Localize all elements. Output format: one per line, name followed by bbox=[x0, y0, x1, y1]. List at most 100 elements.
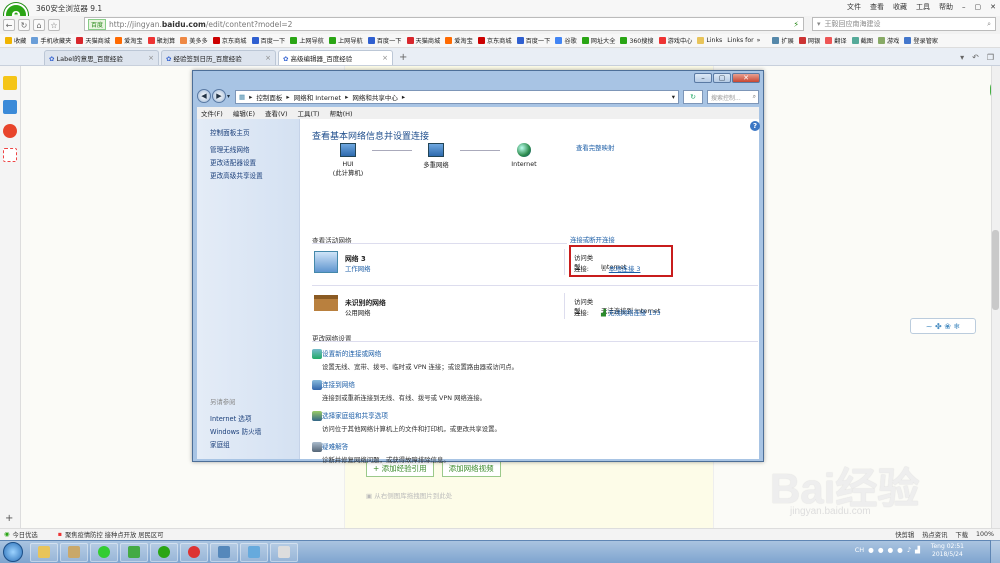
breadcrumb-sharing-center[interactable]: 网络和共享中心 bbox=[352, 92, 398, 102]
floating-widget[interactable]: ~ ✤ ❀ ❄ bbox=[910, 318, 976, 334]
toolbar-screenshot[interactable]: 截图 bbox=[851, 36, 873, 45]
bookmark-item[interactable]: 天猫商城 bbox=[406, 36, 440, 45]
taskbar-app-v[interactable] bbox=[120, 542, 148, 562]
undo-close-tab-icon[interactable]: ↶ bbox=[972, 53, 979, 62]
tray-app-icon[interactable]: ● bbox=[888, 546, 894, 554]
start-button[interactable] bbox=[3, 542, 23, 562]
tab-checkin-calendar[interactable]: ✿ 经验签到日历_百度经验 × bbox=[161, 50, 276, 65]
bookmark-item[interactable]: 京东商城 bbox=[212, 36, 247, 45]
menu-tools[interactable]: 工具 bbox=[916, 2, 930, 12]
scrollbar-thumb[interactable] bbox=[992, 230, 999, 310]
view-full-map-link[interactable]: 查看完整映射 bbox=[576, 143, 614, 152]
zoom-level[interactable]: 100% bbox=[976, 531, 994, 538]
new-tab-button[interactable]: + bbox=[399, 52, 407, 63]
breadcrumb-sep-icon[interactable]: ▸ bbox=[249, 93, 252, 101]
menu-favorites[interactable]: 收藏 bbox=[893, 2, 907, 12]
taskbar-explorer[interactable] bbox=[30, 542, 58, 562]
window-maximize-icon[interactable]: ▢ bbox=[713, 73, 731, 83]
add-sidebar-icon[interactable]: + bbox=[5, 513, 13, 524]
refresh-button[interactable]: ↻ bbox=[683, 90, 703, 104]
close-tab-icon[interactable]: × bbox=[265, 54, 271, 62]
menu-tools[interactable]: 工具(T) bbox=[298, 108, 320, 118]
address-dropdown-icon[interactable]: ▾ bbox=[672, 93, 675, 101]
bookmark-item[interactable]: 天猫商城 bbox=[76, 36, 110, 45]
connect-disconnect-link[interactable]: 连接或断开连接 bbox=[570, 235, 615, 244]
nav-change-adapter[interactable]: 更改适配器设置 bbox=[210, 157, 256, 167]
bookmark-item[interactable]: 网址大全 bbox=[581, 36, 615, 45]
bookmark-item[interactable]: 美多多 bbox=[180, 36, 208, 45]
tray-app-icon[interactable]: ● bbox=[878, 546, 884, 554]
taskbar-library[interactable] bbox=[60, 542, 88, 562]
tab-menu-icon[interactable]: ▾ bbox=[960, 53, 964, 62]
minimize-icon[interactable]: – bbox=[962, 3, 966, 11]
window-minimize-icon[interactable]: – bbox=[694, 73, 712, 83]
bookmark-item[interactable]: 爱淘宝 bbox=[445, 36, 473, 45]
tray-app-icon[interactable]: ● bbox=[868, 546, 874, 554]
bookmark-item[interactable]: 百度一下 bbox=[251, 36, 285, 45]
search-dropdown-icon[interactable]: ▾ bbox=[817, 20, 821, 28]
toolbar-translate[interactable]: 翻译 bbox=[825, 36, 847, 45]
homegroup-sharing-link[interactable]: 选择家庭组和共享选项 bbox=[322, 410, 501, 420]
breadcrumb-network-internet[interactable]: 网络和 Internet bbox=[294, 92, 341, 102]
nav-manage-wireless[interactable]: 管理无线网络 bbox=[210, 144, 250, 154]
close-tab-icon[interactable]: × bbox=[382, 54, 388, 62]
setup-connection-link[interactable]: 设置新的连接或网络 bbox=[322, 348, 518, 358]
taskbar-wechat[interactable] bbox=[90, 542, 118, 562]
lightning-icon[interactable]: ⚡ bbox=[793, 20, 799, 29]
see-also-internet-options[interactable]: Internet 选项 bbox=[210, 413, 251, 423]
menu-view[interactable]: 查看(V) bbox=[265, 108, 288, 118]
maximize-icon[interactable]: ▢ bbox=[975, 3, 982, 11]
node-multiple-networks[interactable]: 多重网络 bbox=[418, 143, 454, 169]
bookmark-item[interactable]: 百度一下 bbox=[367, 36, 402, 45]
toolbar-games[interactable]: 游戏 bbox=[877, 36, 899, 45]
help-icon[interactable]: ? bbox=[750, 121, 760, 131]
breadcrumb[interactable]: ▦ ▸ 控制面板 ▸ 网络和 Internet ▸ 网络和共享中心 ▸ ▾ bbox=[235, 90, 679, 104]
nav-advanced-sharing[interactable]: 更改高级共享设置 bbox=[210, 170, 263, 180]
menu-help[interactable]: 帮助(H) bbox=[330, 108, 353, 118]
wireless-connection-133-link[interactable]: 无线网络连接 133 bbox=[608, 309, 661, 317]
address-bar[interactable]: 百度 http://jingyan.baidu.com/edit/content… bbox=[84, 17, 804, 31]
bookmark-item[interactable]: 上网导航 bbox=[329, 36, 363, 45]
url-text[interactable]: http://jingyan.baidu.com/edit/content?mo… bbox=[109, 20, 292, 29]
connect-network-link[interactable]: 连接到网络 bbox=[322, 379, 486, 389]
bookmark-item[interactable]: 百度一下 bbox=[516, 36, 550, 45]
see-also-homegroup[interactable]: 家庭组 bbox=[210, 439, 230, 449]
network-tray-icon[interactable]: ▟ bbox=[915, 546, 920, 554]
status-news-ticker[interactable]: 聚焦疫情防控 接种点开放 居民区可 bbox=[65, 530, 163, 539]
address-search-badge[interactable]: 百度 bbox=[88, 18, 107, 30]
show-desktop-button[interactable] bbox=[990, 540, 1000, 563]
hot-news[interactable]: 热点资讯 bbox=[922, 530, 947, 539]
screenshot-icon[interactable] bbox=[3, 148, 17, 162]
node-this-computer[interactable]: HUI (此计算机) bbox=[330, 143, 366, 177]
back-arrow-icon[interactable]: ← bbox=[3, 19, 15, 31]
tab-advanced-editor[interactable]: ✿ 高级编辑器_百度经验 × bbox=[278, 50, 393, 65]
toolbar-extensions[interactable]: 扩展 bbox=[772, 36, 794, 45]
quick-edit[interactable]: 快剪辑 bbox=[895, 530, 914, 539]
taskbar-clock[interactable]: Teng 02:51 2018/5/24 bbox=[931, 543, 964, 559]
toolbar-bank[interactable]: 网银 bbox=[798, 36, 820, 45]
explorer-search-input[interactable]: 搜索控制... ⌕ bbox=[707, 90, 759, 104]
bookmark-item[interactable]: 收藏 bbox=[5, 36, 26, 45]
breadcrumb-control-panel[interactable]: 控制面板 bbox=[256, 92, 282, 102]
taskbar-network-window[interactable] bbox=[240, 542, 268, 562]
refresh-icon[interactable]: ↻ bbox=[18, 19, 30, 31]
menu-file[interactable]: 文件 bbox=[847, 2, 861, 12]
bookmark-item[interactable]: 爱淘宝 bbox=[115, 36, 143, 45]
troubleshoot-link[interactable]: 疑难解答 bbox=[322, 441, 450, 451]
tab-label-meaning[interactable]: ✿ Label的意思_百度经验 × bbox=[44, 50, 159, 65]
bookmark-item[interactable]: 手机收藏夹 bbox=[31, 36, 71, 45]
bookmark-item[interactable]: 谷歌 bbox=[555, 36, 577, 45]
more-chevron-icon[interactable]: » bbox=[757, 37, 761, 44]
close-icon[interactable]: ✕ bbox=[990, 3, 996, 11]
bookmark-item[interactable]: 游戏中心 bbox=[658, 36, 692, 45]
taskbar-image-viewer[interactable] bbox=[210, 542, 238, 562]
menu-help[interactable]: 帮助 bbox=[939, 2, 953, 12]
unidentified-network-type[interactable]: 公用网络 bbox=[345, 308, 371, 317]
toolbar-login-manager[interactable]: 登录管家 bbox=[904, 36, 938, 45]
close-tab-icon[interactable]: × bbox=[148, 54, 154, 62]
bookmark-item[interactable]: 360搜搜 bbox=[620, 36, 654, 45]
add-video-button[interactable]: 添加网络视频 bbox=[441, 460, 501, 477]
network-3-type-link[interactable]: 工作网络 bbox=[345, 264, 371, 273]
taskbar-paint[interactable] bbox=[270, 542, 298, 562]
window-restore-icon[interactable]: ❐ bbox=[987, 53, 994, 62]
